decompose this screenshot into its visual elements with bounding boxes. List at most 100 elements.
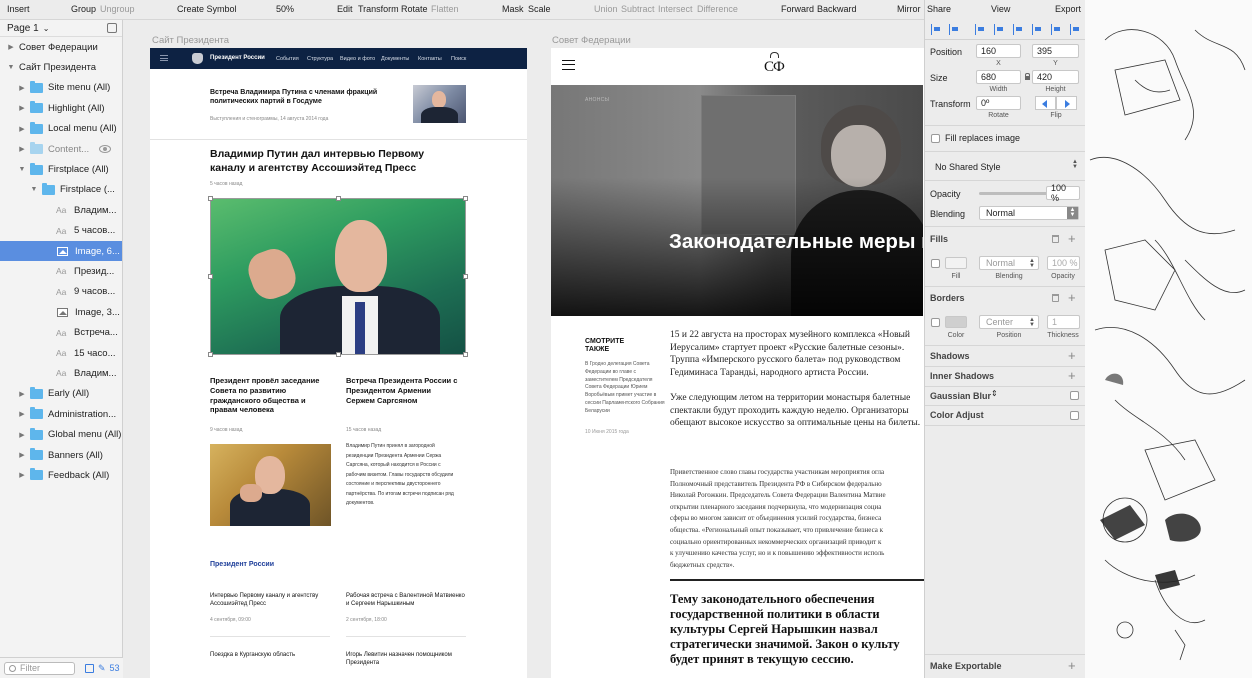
layer-group-administration[interactable]: ▶ Administration...: [0, 404, 122, 424]
layer-group-highlight[interactable]: ▶ Highlight (All): [0, 98, 122, 118]
layer-image[interactable]: Image, 3...: [0, 302, 122, 322]
story3-title[interactable]: Встреча Президента России с Президентом …: [346, 376, 461, 405]
fill-replaces-checkbox[interactable]: [931, 134, 940, 143]
add-export-icon[interactable]: +: [1068, 659, 1076, 672]
opacity-input[interactable]: 100 %: [1046, 183, 1080, 203]
fill-opacity-input[interactable]: 100 %: [1047, 256, 1080, 270]
collapse-panel-icon[interactable]: [107, 23, 117, 33]
layer-text[interactable]: Aa 15 часо...: [0, 343, 122, 363]
zoom-control[interactable]: 50%: [276, 4, 294, 14]
nav-documents[interactable]: Документы: [381, 56, 409, 62]
layer-group-banners[interactable]: ▶ Banners (All): [0, 445, 122, 465]
group-button[interactable]: Group: [71, 4, 96, 14]
border-enable-checkbox[interactable]: [931, 318, 940, 327]
layer-text[interactable]: Aa Владим...: [0, 200, 122, 220]
resize-handle[interactable]: [336, 352, 341, 357]
menu-icon[interactable]: [562, 60, 575, 70]
add-fill-icon[interactable]: +: [1068, 232, 1076, 245]
align-center-icon[interactable]: [994, 24, 1005, 35]
updown-icon[interactable]: ⇕: [991, 389, 998, 398]
align-middle-icon[interactable]: [1051, 24, 1062, 35]
layer-text[interactable]: Aa Владим...: [0, 363, 122, 383]
fill-enable-checkbox[interactable]: [931, 259, 940, 268]
align-bottom-icon[interactable]: [1070, 24, 1081, 35]
layer-image-selected[interactable]: Image, 6...: [0, 240, 122, 262]
layer-group-content[interactable]: ▶ Content...: [0, 139, 122, 159]
edit-button[interactable]: Edit: [337, 4, 353, 14]
item4-title[interactable]: Игорь Левитин назначен помощником Презид…: [346, 652, 456, 668]
eye-icon[interactable]: [99, 144, 111, 153]
resize-handle[interactable]: [208, 196, 213, 201]
flatten-button[interactable]: Flatten: [431, 4, 459, 14]
disclosure-right-icon[interactable]: ▶: [18, 104, 26, 112]
distribute-horizontal-icon[interactable]: [931, 24, 942, 35]
disclosure-right-icon[interactable]: ▶: [7, 43, 15, 51]
main-story-title[interactable]: Владимир Путин дал интервью Первому кана…: [210, 148, 450, 175]
top-story-title[interactable]: Встреча Владимира Путина с членами фракц…: [210, 88, 380, 106]
layer-text[interactable]: Aa 9 часов...: [0, 282, 122, 302]
item3-title[interactable]: Поездка в Курганскую область: [210, 652, 330, 660]
color-adjust-checkbox[interactable]: [1070, 411, 1079, 420]
trash-icon[interactable]: [1052, 235, 1059, 243]
add-shadow-icon[interactable]: +: [1068, 349, 1076, 362]
transform-button[interactable]: Transform: [358, 4, 399, 14]
shared-style-select[interactable]: No Shared Style ▲ ▼: [929, 158, 1081, 176]
create-symbol-button[interactable]: Create Symbol: [177, 4, 237, 14]
artboard-title-council[interactable]: Совет Федерации: [552, 35, 631, 46]
lock-icon[interactable]: [1025, 73, 1030, 80]
hero-banner[interactable]: АНОНСЫ Законодательные меры по противоде…: [551, 85, 923, 316]
site-name[interactable]: Президент России: [210, 55, 265, 61]
position-y-input[interactable]: 395: [1032, 44, 1079, 58]
intersect-button[interactable]: Intersect: [658, 4, 693, 14]
story2-photo[interactable]: [210, 444, 331, 526]
layer-group-firstplace[interactable]: ▼ Firstplace (All): [0, 159, 122, 179]
pencil-icon[interactable]: ✎: [98, 663, 106, 674]
gaussian-blur-checkbox[interactable]: [1070, 391, 1079, 400]
nav-structure[interactable]: Структура: [307, 56, 333, 62]
share-button[interactable]: Share: [927, 4, 951, 14]
layer-text[interactable]: Aa 5 часов...: [0, 221, 122, 241]
nav-video[interactable]: Видео и фото: [340, 56, 375, 62]
insert-button[interactable]: Insert: [7, 4, 30, 14]
add-border-icon[interactable]: +: [1068, 291, 1076, 304]
disclosure-right-icon[interactable]: ▶: [18, 451, 26, 459]
disclosure-right-icon[interactable]: ▶: [18, 431, 26, 439]
artboard-council[interactable]: СФ АНОНСЫ Законодательные меры по против…: [551, 48, 924, 678]
layer-group-feedback[interactable]: ▶ Feedback (All): [0, 465, 122, 485]
align-right-icon[interactable]: [1013, 24, 1024, 35]
layer-artboard-council[interactable]: ▶ Совет Федерации: [0, 37, 122, 57]
resize-handle[interactable]: [463, 274, 468, 279]
story2-title[interactable]: Президент провёл заседание Совета по раз…: [210, 376, 325, 415]
mask-button[interactable]: Mask: [502, 4, 524, 14]
distribute-vertical-icon[interactable]: [949, 24, 960, 35]
hero-title[interactable]: Законодательные меры по противодействию …: [669, 230, 923, 254]
align-top-icon[interactable]: [1032, 24, 1043, 35]
ungroup-button[interactable]: Ungroup: [100, 4, 135, 14]
layer-group-local-menu[interactable]: ▶ Local menu (All): [0, 119, 122, 139]
subtract-button[interactable]: Subtract: [621, 4, 655, 14]
item1-title[interactable]: Интервью Первому каналу и агентству Ассо…: [210, 593, 325, 609]
top-story-photo[interactable]: [413, 85, 466, 123]
backward-button[interactable]: Backward: [817, 4, 857, 14]
council-logo[interactable]: СФ: [764, 59, 785, 76]
export-button[interactable]: Export: [1055, 4, 1081, 14]
resize-handle[interactable]: [208, 352, 213, 357]
align-left-icon[interactable]: [975, 24, 986, 35]
border-position-select[interactable]: Center ▲ ▼: [979, 315, 1039, 329]
position-x-input[interactable]: 160: [976, 44, 1021, 58]
layer-group-global-menu[interactable]: ▶ Global menu (All): [0, 424, 122, 444]
disclosure-down-icon[interactable]: ▼: [7, 64, 15, 71]
nav-search[interactable]: Поиск: [451, 56, 466, 62]
gaussian-blur-title[interactable]: Gaussian Blur: [930, 391, 991, 401]
add-inner-shadow-icon[interactable]: +: [1068, 369, 1076, 382]
rotate-input[interactable]: 0º: [976, 96, 1021, 110]
disclosure-right-icon[interactable]: ▶: [18, 410, 26, 418]
union-button[interactable]: Union: [594, 4, 618, 14]
disclosure-right-icon[interactable]: ▶: [18, 390, 26, 398]
flip-horizontal-button[interactable]: [1035, 96, 1056, 110]
disclosure-right-icon[interactable]: ▶: [18, 125, 26, 133]
rotate-button[interactable]: Rotate: [401, 4, 428, 14]
blending-select[interactable]: Normal ▲ ▼: [979, 206, 1079, 220]
border-thickness-input[interactable]: 1: [1047, 315, 1080, 329]
canvas[interactable]: Сайт Президента Совет Федерации Президен…: [124, 20, 924, 678]
